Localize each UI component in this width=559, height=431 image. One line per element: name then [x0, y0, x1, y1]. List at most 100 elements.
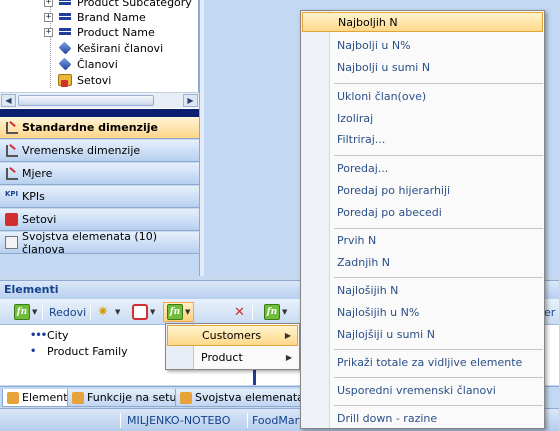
- tree-item-brand-name[interactable]: + Brand Name: [44, 9, 146, 25]
- tab-set-functions[interactable]: Funkcije na setu: [67, 389, 182, 407]
- function-icon: fn: [167, 304, 183, 320]
- nav-label: Vremenske dimenzije: [22, 144, 141, 157]
- menu-item-sort[interactable]: Poredaj...: [302, 158, 543, 178]
- tree-item-label: Članovi: [77, 57, 118, 71]
- scrollbar-thumb[interactable]: [18, 95, 154, 106]
- cube-icon: [58, 57, 72, 71]
- elements-tab-icon: [7, 391, 19, 404]
- menu-item-remove-members[interactable]: Ukloni član(ove): [302, 86, 543, 106]
- function-icon: fn: [264, 304, 280, 320]
- menu-label: Najlošijih N: [337, 283, 399, 297]
- submenu-item-product[interactable]: Product ▶: [167, 347, 298, 368]
- time-dimension-icon: [5, 144, 18, 157]
- nav-pane-splitter[interactable]: [0, 108, 199, 117]
- menu-separator: [334, 349, 543, 350]
- nav-kpis[interactable]: KPI KPIs: [0, 186, 199, 208]
- submenu-label: Product: [201, 351, 243, 364]
- menu-label: Poredaj po abecedi: [337, 205, 442, 219]
- menu-label: Poredaj po hijerarhiji: [337, 183, 451, 197]
- chevron-down-icon: ▼: [32, 308, 38, 316]
- menu-item-top-n[interactable]: Najboljih N: [302, 12, 543, 32]
- tree-item-cached-members[interactable]: Keširani članovi: [58, 40, 163, 56]
- menu-item-bottom-sum[interactable]: Najlojšiji u sumi N: [302, 324, 543, 344]
- menu-label: Drill down - razine: [337, 411, 438, 425]
- hierarchy-icon: [58, 26, 72, 38]
- menu-item-bottom-percent[interactable]: Najlošijih u N%: [302, 302, 543, 322]
- menu-item-isolate[interactable]: Izoliraj: [302, 108, 543, 128]
- nav-label: Svojstva elemenata (10) članova: [22, 229, 157, 256]
- menu-label: Zadnjih N: [337, 255, 391, 269]
- level-marker-icon: •••: [30, 329, 47, 341]
- submenu-item-customers[interactable]: Customers ▶: [167, 325, 298, 346]
- kpi-icon: KPI: [5, 190, 19, 198]
- axis-button[interactable]: ▼: [128, 302, 159, 322]
- chevron-right-icon: ▶: [284, 331, 291, 340]
- tree-item-members[interactable]: Članovi: [58, 56, 118, 72]
- level-marker-icon: •: [30, 345, 36, 357]
- list-item-city[interactable]: ••• City: [30, 327, 69, 343]
- toolbar-separator: [42, 304, 43, 320]
- dimension-icon: [5, 121, 18, 134]
- tree-item-label: Brand Name: [77, 10, 146, 24]
- list-item-product-family[interactable]: • Product Family: [30, 343, 128, 359]
- expand-icon[interactable]: +: [44, 12, 53, 22]
- chevron-down-icon: ▼: [185, 308, 191, 316]
- menu-label: Ukloni član(ove): [337, 89, 427, 103]
- hierarchy-function-button[interactable]: fn ▼: [163, 302, 195, 322]
- menu-label: Najboljih N: [338, 15, 398, 29]
- horizontal-scrollbar[interactable]: ◀ ▶: [0, 92, 199, 108]
- status-separator: [247, 413, 248, 428]
- sets-icon: [5, 213, 18, 226]
- rows-button[interactable]: Redovi: [45, 302, 90, 322]
- list-item-label: City: [47, 328, 69, 342]
- delete-icon: ✕: [234, 304, 245, 320]
- menu-item-top-sum[interactable]: Najbolji u sumi N: [302, 57, 543, 77]
- scroll-right-icon[interactable]: ▶: [183, 94, 198, 107]
- menu-item-first-n[interactable]: Prvih N: [302, 230, 543, 250]
- menu-separator: [334, 83, 543, 84]
- nav-standard-dimensions[interactable]: Standardne dimenzije: [0, 117, 199, 139]
- status-computer: MILJENKO-NOTEBO: [127, 414, 231, 427]
- member-options-button[interactable]: ✷ ▼: [93, 302, 124, 322]
- tab-member-properties[interactable]: Svojstva elemenata: [175, 389, 309, 407]
- menu-item-sort-alphabet[interactable]: Poredaj po abecedi: [302, 202, 543, 222]
- status-separator: [120, 413, 121, 428]
- menu-item-visual-totals[interactable]: Prikaži totale za vidljive elemente: [302, 352, 543, 372]
- menu-item-parallel-periods[interactable]: Usporedni vremenski članovi: [302, 380, 543, 400]
- overflow-label: er: [544, 305, 556, 319]
- nav-measures[interactable]: Mjere: [0, 163, 199, 185]
- menu-separator: [334, 228, 543, 229]
- tree-item-product-name[interactable]: + Product Name: [44, 24, 155, 40]
- delete-button[interactable]: ✕: [230, 302, 249, 322]
- submenu-label: Customers: [202, 329, 262, 342]
- nav-sets[interactable]: Setovi: [0, 209, 199, 231]
- scroll-left-icon[interactable]: ◀: [1, 94, 16, 107]
- hierarchy-icon: [58, 11, 72, 23]
- tree-item-label: Product Name: [77, 25, 155, 39]
- nav-member-properties[interactable]: Svojstva elemenata (10) članova: [0, 229, 199, 256]
- menu-label: Prikaži totale za vidljive elemente: [337, 355, 523, 369]
- tree-item-sets[interactable]: Setovi: [58, 72, 111, 88]
- menu-item-filter[interactable]: Filtriraj...: [302, 129, 543, 149]
- nav-pane-footer: [0, 255, 199, 275]
- menu-item-top-percent[interactable]: Najbolji u N%: [302, 35, 543, 55]
- function-tab-icon: [72, 391, 84, 404]
- menu-item-bottom-n[interactable]: Najlošijih N: [302, 280, 543, 300]
- menu-label: Prvih N: [337, 233, 377, 247]
- tab-elementi[interactable]: Elementi: [2, 389, 76, 407]
- nav-label: KPIs: [22, 190, 45, 203]
- menu-item-sort-hierarchy[interactable]: Poredaj po hijerarhiji: [302, 180, 543, 200]
- menu-item-last-n[interactable]: Zadnjih N: [302, 252, 543, 272]
- function-button[interactable]: fn ▼: [10, 302, 41, 322]
- function-button-2[interactable]: fn ▼: [260, 302, 291, 322]
- menu-item-drill-down-levels[interactable]: Drill down - razine: [302, 408, 543, 428]
- expand-icon[interactable]: +: [44, 27, 53, 37]
- menu-label: Najlošijih u N%: [337, 305, 420, 319]
- nav-time-dimensions[interactable]: Vremenske dimenzije: [0, 140, 199, 162]
- nav-label: Standardne dimenzije: [22, 121, 158, 134]
- menu-separator: [334, 377, 543, 378]
- menu-separator: [334, 277, 543, 278]
- expand-icon[interactable]: +: [44, 0, 53, 7]
- menu-separator: [334, 155, 543, 156]
- hierarchy-icon: [58, 0, 72, 8]
